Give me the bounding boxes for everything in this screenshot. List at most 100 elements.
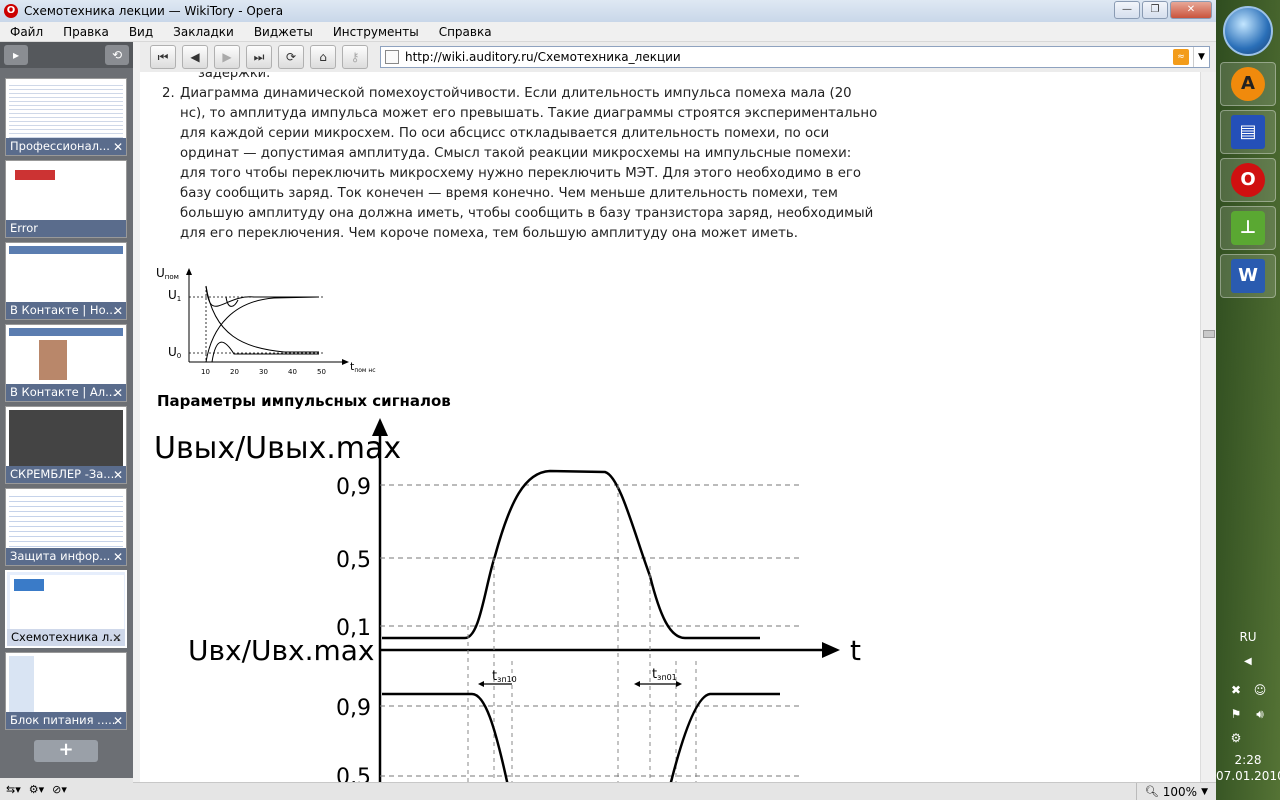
menu-widgets[interactable]: Виджеты [244, 25, 323, 39]
new-tab-button[interactable]: + [34, 740, 98, 762]
scrollbar-thumb[interactable] [1203, 330, 1215, 338]
network-tool-icon: ⊥ [1231, 211, 1265, 245]
rewind-button[interactable]: ⏮ [150, 45, 176, 69]
close-tab-icon[interactable]: ✕ [112, 631, 122, 645]
x-tick-20: 20 [230, 368, 239, 376]
forward-button[interactable]: ▶ [214, 45, 240, 69]
menu-help[interactable]: Справка [429, 25, 502, 39]
menu-view[interactable]: Вид [119, 25, 163, 39]
tab-label: Защита инфор... [6, 548, 126, 565]
close-tab-icon[interactable]: ✕ [113, 550, 123, 564]
rss-icon[interactable]: ≈ [1173, 49, 1189, 65]
tab-thumbnail[interactable]: В Контакте | Но... ✕ [5, 242, 127, 320]
volume-icon[interactable]: 🔊︎ [1252, 706, 1268, 722]
vertical-scrollbar[interactable] [1200, 72, 1216, 782]
list-number: 2. [162, 86, 175, 101]
opera-icon: O [1231, 163, 1265, 197]
tab-panel: ▸ ⟲ Профессионал... ✕ Error В Контакте |… [0, 42, 133, 800]
address-bar[interactable]: http://wiki.auditory.ru/Схемотехника_лек… [380, 46, 1210, 68]
tab-preview [9, 656, 123, 713]
close-tab-icon[interactable]: ✕ [113, 140, 123, 154]
taskbar-app-word[interactable]: W [1220, 254, 1276, 298]
windows-taskbar: A ▤ O ⊥ W RU ◀ ✖ ☺ ⚑ 🔊︎ ⚙ 2:28 07.01.201… [1216, 0, 1280, 800]
zoom-level: 100% [1162, 784, 1198, 799]
taskbar-app-network[interactable]: ⊥ [1220, 206, 1276, 250]
x-tick-40: 40 [288, 368, 297, 376]
section-heading: Параметры импульсных сигналов [157, 392, 451, 410]
menu-bookmarks[interactable]: Закладки [163, 25, 244, 39]
device-icon[interactable]: ⚙ [1228, 730, 1244, 746]
close-tab-icon[interactable]: ✕ [113, 386, 123, 400]
wand-button[interactable]: ⚷ [342, 45, 368, 69]
show-hidden-icons-icon[interactable]: ◀ [1244, 656, 1252, 667]
status-bar: 🔍︎ 100% ▼ [133, 782, 1216, 800]
tab-thumbnail-active[interactable]: Схемотехника л... ✕ [5, 570, 127, 648]
floppy-disk-icon: ▤ [1231, 115, 1265, 149]
avast-icon: A [1231, 67, 1265, 101]
window-controls: — ❐ ✕ [1112, 1, 1212, 19]
x-axis-label: tпом нс [350, 360, 376, 374]
chevron-down-icon[interactable]: ▼ [1201, 787, 1208, 797]
window-title: Схемотехника лекции — WikiTory - Opera [24, 4, 284, 18]
fast-forward-button[interactable]: ⏭ [246, 45, 272, 69]
tab-label: Схемотехника л... [7, 629, 125, 646]
tab-thumbnail[interactable]: Профессионал... ✕ [5, 78, 127, 156]
tab-preview [10, 575, 124, 632]
minimize-button[interactable]: — [1114, 1, 1140, 19]
system-clock[interactable]: 2:28 07.01.2010 [1216, 752, 1280, 784]
panel-toggle-icon[interactable]: ▸ [4, 45, 28, 65]
language-indicator[interactable]: RU [1216, 630, 1280, 644]
tab-thumbnail[interactable]: Блок питания ..... ✕ [5, 652, 127, 730]
x-tick-10: 10 [201, 368, 210, 376]
input-level-0-9: 0,9 [336, 696, 371, 721]
menu-tools[interactable]: Инструменты [323, 25, 429, 39]
home-button[interactable]: ⌂ [310, 45, 336, 69]
menu-edit[interactable]: Правка [53, 25, 119, 39]
tab-preview [9, 410, 123, 467]
zoom-control[interactable]: 🔍︎ 100% ▼ [1135, 783, 1216, 800]
magnifier-icon: 🔍︎ [1144, 785, 1159, 798]
navigation-toolbar: ⏮ ◀ ▶ ⏭ ⟳ ⌂ ⚷ http://wiki.auditory.ru/Сх… [140, 42, 1216, 72]
tab-preview [9, 164, 123, 221]
tab-preview [9, 492, 123, 549]
taskbar-app-avast[interactable]: A [1220, 62, 1276, 106]
tab-thumbnail[interactable]: Защита инфор... ✕ [5, 488, 127, 566]
y-axis-label: Uпом [156, 266, 179, 281]
input-level-0-5: 0,5 [336, 765, 371, 782]
x-tick-50: 50 [317, 368, 326, 376]
chevron-down-icon[interactable]: ▼ [1193, 47, 1209, 67]
pulse-parameters-diagram: Uвых/Uвых.max t 0,9 0,5 0,1 Uвх/Uвх.max [154, 418, 861, 782]
title-bar[interactable]: O Схемотехника лекции — WikiTory - Opera… [0, 0, 1216, 22]
tab-label: В Контакте | Ал... [6, 384, 126, 401]
tab-thumbnail[interactable]: В Контакте | Ал... ✕ [5, 324, 127, 402]
close-tab-icon[interactable]: ✕ [113, 304, 123, 318]
tab-thumbnail[interactable]: СКРЕМБЛЕР -За... ✕ [5, 406, 127, 484]
taskbar-app-opera[interactable]: O [1220, 158, 1276, 202]
start-button[interactable] [1223, 6, 1273, 56]
tab-label: Профессионал... [6, 138, 126, 155]
flag-icon[interactable]: ⚑ [1228, 706, 1244, 722]
trash-icon[interactable]: ⟲ [105, 45, 129, 65]
tab-label: В Контакте | Но... [6, 302, 126, 319]
cut-off-text: задержки. [198, 72, 271, 81]
panel-tool-icon[interactable]: ⇆▾ [6, 783, 21, 796]
reload-button[interactable]: ⟳ [278, 45, 304, 69]
opera-window: O Схемотехника лекции — WikiTory - Opera… [0, 0, 1216, 800]
tab-thumbnail[interactable]: Error [5, 160, 127, 238]
close-tab-icon[interactable]: ✕ [113, 714, 123, 728]
back-button[interactable]: ◀ [182, 45, 208, 69]
close-tab-icon[interactable]: ✕ [113, 468, 123, 482]
menu-bar: Файл Правка Вид Закладки Виджеты Инструм… [0, 22, 1216, 42]
list-item-text: Диаграмма динамической помехоустойчивост… [180, 86, 878, 241]
address-text[interactable]: http://wiki.auditory.ru/Схемотехника_лек… [405, 50, 1173, 64]
maximize-button[interactable]: ❐ [1142, 1, 1168, 19]
block-icon[interactable]: ⊘▾ [52, 783, 67, 796]
taskbar-app-save[interactable]: ▤ [1220, 110, 1276, 154]
shield-icon[interactable]: ✖ [1228, 682, 1244, 698]
input-axis-label: Uвх/Uвх.max [188, 634, 374, 667]
network-icon[interactable]: ⚙▾ [29, 783, 44, 796]
chat-icon[interactable]: ☺ [1252, 682, 1268, 698]
menu-file[interactable]: Файл [0, 25, 53, 39]
level-0-5: 0,5 [336, 548, 371, 573]
close-button[interactable]: ✕ [1170, 1, 1212, 19]
